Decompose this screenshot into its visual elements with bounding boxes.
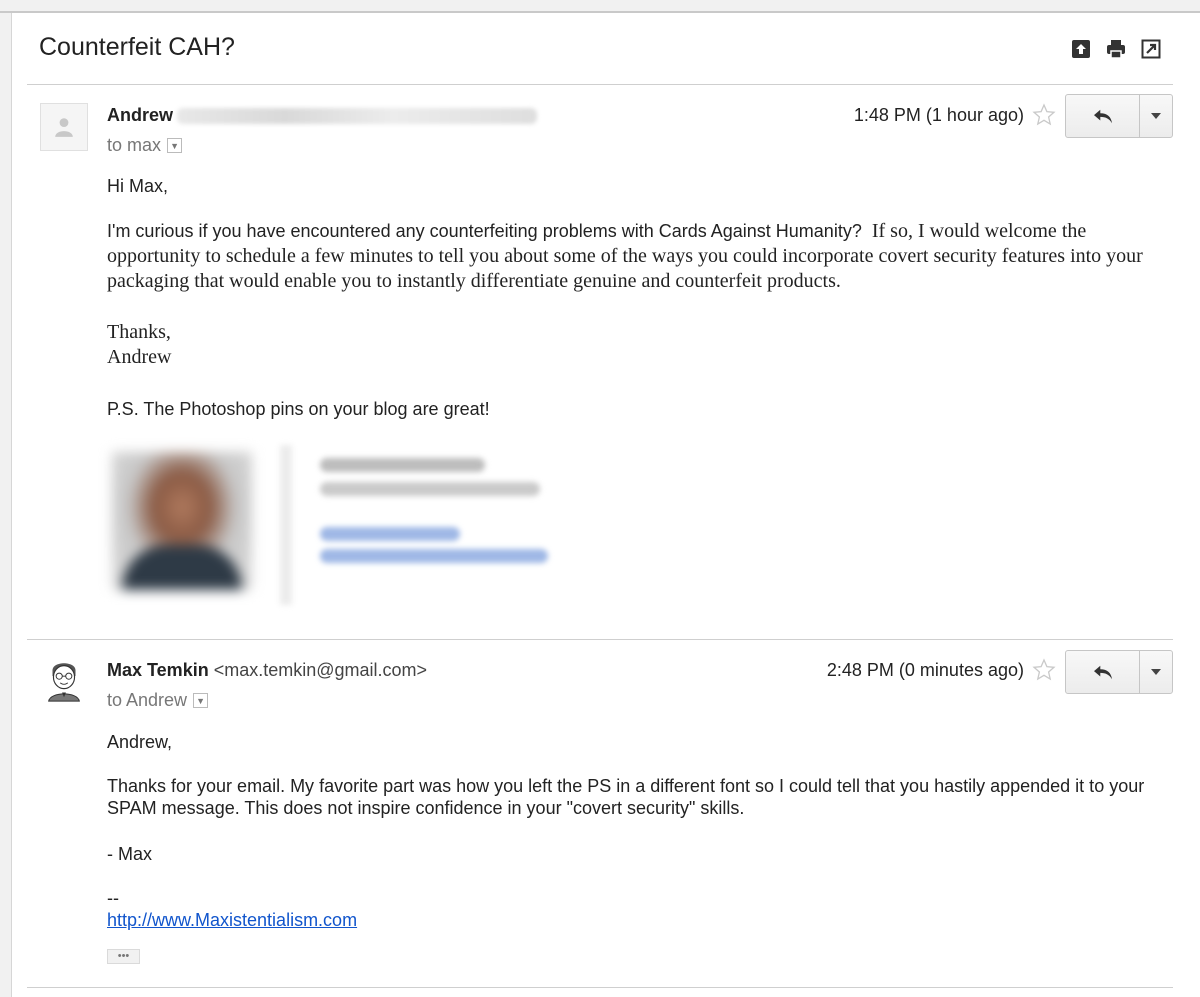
more-actions-button[interactable] [1140, 651, 1172, 693]
thread-bottom-divider [27, 987, 1173, 988]
sender-email: <max.temkin@gmail.com> [213, 660, 428, 680]
star-icon[interactable] [1032, 103, 1056, 127]
print-icon[interactable] [1105, 38, 1127, 60]
message-1-reply-group [1065, 94, 1173, 138]
show-details-icon[interactable]: ▼ [167, 138, 183, 153]
sender-avatar [40, 656, 88, 704]
signature-divider [280, 445, 292, 605]
message-1-sender[interactable]: Andrew [107, 105, 538, 126]
message-1-recipients: to max ▼ [107, 135, 183, 156]
sender-name: Max Temkin [107, 660, 209, 680]
signature-email-redacted [320, 549, 548, 563]
reply-arrow-icon [1093, 109, 1112, 124]
reply-button[interactable] [1066, 95, 1140, 137]
message-2-reply-group [1065, 650, 1173, 694]
reply-button[interactable] [1066, 651, 1140, 693]
window-left-border [0, 13, 12, 997]
signature-link-wrap: http://www.Maxistentialism.com [107, 909, 357, 931]
message-divider [27, 639, 1173, 640]
signature-name-redacted [320, 458, 485, 472]
message-2-recipients: to Andrew ▼ [107, 690, 209, 711]
message-1-paragraph: I'm curious if you have encountered any … [107, 219, 1167, 294]
reply-arrow-icon [1093, 665, 1112, 680]
more-actions-button[interactable] [1140, 95, 1172, 137]
cartoon-avatar-icon [48, 663, 80, 702]
message-2-greeting: Andrew, [107, 732, 173, 752]
signature-title-redacted [320, 482, 540, 496]
message-2-time: 2:48 PM (0 minutes ago) [826, 660, 1024, 680]
signature-separator: -- [107, 888, 119, 908]
message-1-signoff-name: Andrew [107, 346, 172, 368]
window-top-border [0, 0, 1200, 13]
person-icon [55, 118, 73, 137]
paragraph-serif-part: If so, I would welcome [871, 220, 1057, 242]
sender-email-redacted [177, 108, 538, 125]
sender-avatar [40, 103, 88, 151]
thread-divider [27, 84, 1173, 85]
popout-icon[interactable] [1140, 38, 1162, 60]
message-1-signoff-thanks: Thanks, [107, 321, 171, 343]
sender-name: Andrew [107, 105, 174, 125]
dropdown-triangle-icon [1151, 113, 1161, 119]
message-1-ps: P.S. The Photoshop pins on your blog are… [107, 399, 490, 419]
recipient-label: to Andrew [107, 690, 188, 710]
signature-photo-redacted [112, 452, 252, 590]
archive-icon[interactable] [1070, 38, 1092, 60]
show-details-icon[interactable]: ▼ [193, 693, 209, 708]
message-2-paragraph: Thanks for your email. My favorite part … [107, 776, 1145, 818]
thread-subject: Counterfeit CAH? [39, 33, 235, 61]
show-trimmed-content-button[interactable]: ••• [107, 949, 140, 964]
message-1-time: 1:48 PM (1 hour ago) [853, 105, 1024, 125]
signature-link[interactable]: http://www.Maxistentialism.com [107, 910, 357, 930]
message-2-sender[interactable]: Max Temkin <max.temkin@gmail.com> [107, 660, 427, 681]
message-1-greeting: Hi Max, [107, 176, 169, 196]
recipient-label: to max [107, 135, 162, 155]
thread-toolbar [1070, 38, 1170, 64]
signature-phone-redacted [320, 527, 460, 541]
star-icon[interactable] [1032, 658, 1056, 682]
paragraph-sans-part: I'm curious if you have encountered any … [107, 221, 862, 241]
dropdown-triangle-icon [1151, 669, 1161, 675]
message-2-signoff: - Max [107, 844, 152, 864]
